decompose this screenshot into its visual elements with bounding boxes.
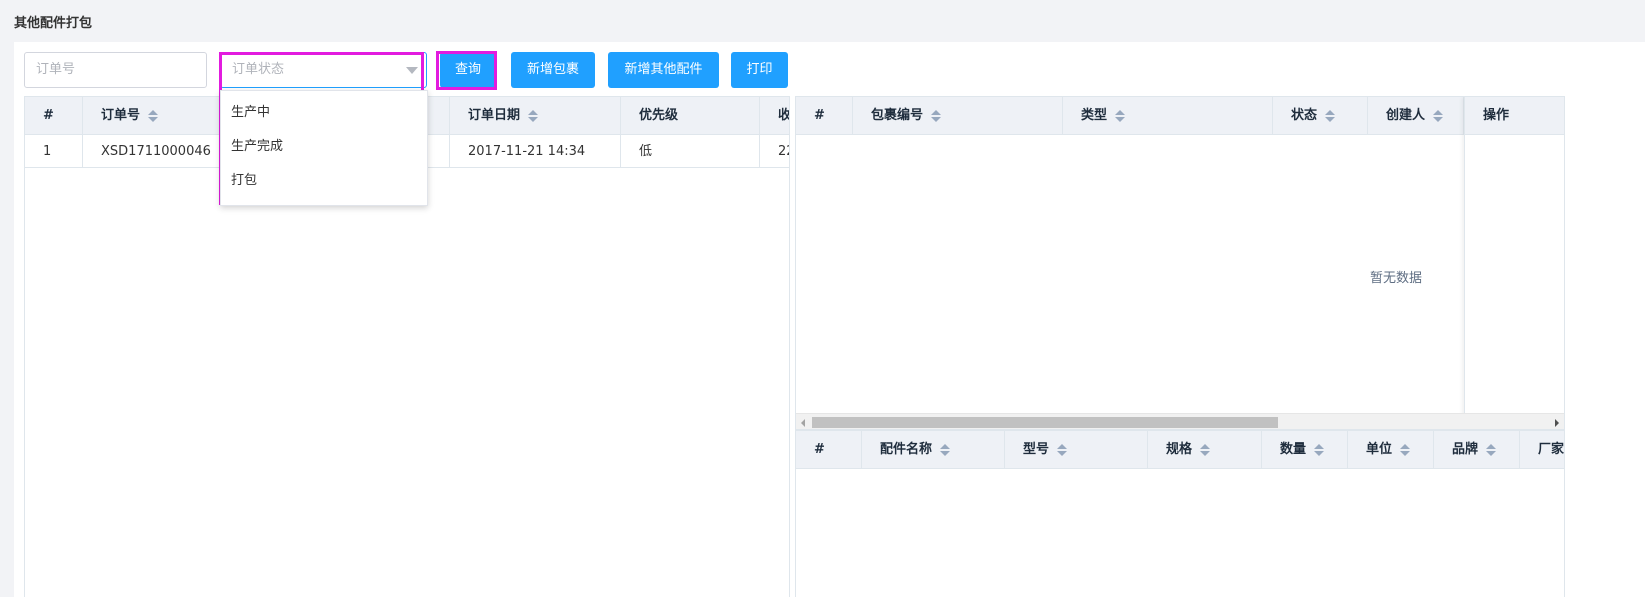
- packages-horizontal-scrollbar[interactable]: [796, 413, 1564, 429]
- order-status-dropdown: 生产中 生产完成 打包: [220, 90, 428, 206]
- dropdown-option-in-production[interactable]: 生产中: [221, 96, 427, 130]
- sort-icon[interactable]: [148, 109, 159, 122]
- packages-fixed-actions-column: 操作: [1464, 97, 1564, 429]
- orders-col-date[interactable]: 订单日期: [450, 97, 621, 135]
- packages-col-creator[interactable]: 创建人: [1368, 97, 1464, 135]
- order-date-cell: 2017-11-21 14:34: [450, 135, 621, 168]
- order-status-select[interactable]: 订单状态: [220, 52, 427, 88]
- accessories-col-spec[interactable]: 规格: [1148, 431, 1262, 469]
- orders-col-priority: 优先级: [621, 97, 760, 135]
- sort-icon[interactable]: [1400, 443, 1411, 456]
- packages-actions-header: 操作: [1465, 97, 1564, 135]
- page-title: 其他配件打包: [14, 16, 93, 31]
- order-priority-cell: 低: [621, 135, 760, 168]
- accessories-col-manufacturer: 厂家: [1520, 431, 1564, 469]
- scrollbar-thumb[interactable]: [812, 417, 1278, 428]
- orders-col-index: #: [25, 97, 83, 135]
- packages-col-index: #: [796, 97, 853, 135]
- accessories-table: # 配件名称 型号 规格 数量 单位 品牌 厂家: [795, 430, 1565, 597]
- add-package-button[interactable]: 新增包裹: [511, 52, 595, 88]
- sort-icon[interactable]: [1433, 109, 1444, 122]
- sort-icon[interactable]: [1200, 443, 1211, 456]
- packages-col-status[interactable]: 状态: [1273, 97, 1368, 135]
- dropdown-option-packed[interactable]: 打包: [221, 164, 427, 198]
- packages-table: # 包裹编号 类型 状态 创建人 暂无数据 操作: [795, 96, 1565, 430]
- scroll-left-arrow-icon[interactable]: [801, 419, 805, 427]
- packages-col-actions: 操作: [1483, 108, 1510, 123]
- sort-icon[interactable]: [1486, 443, 1497, 456]
- sort-icon[interactable]: [528, 109, 539, 122]
- sort-icon[interactable]: [931, 109, 942, 122]
- chevron-down-icon: [406, 67, 418, 74]
- accessories-table-header: # 配件名称 型号 规格 数量 单位 品牌 厂家: [796, 431, 1564, 469]
- sort-icon[interactable]: [1325, 109, 1336, 122]
- accessories-col-name[interactable]: 配件名称: [862, 431, 1005, 469]
- sort-icon[interactable]: [1314, 443, 1325, 456]
- packages-empty-text: 暂无数据: [1370, 271, 1423, 286]
- accessories-col-quantity[interactable]: 数量: [1262, 431, 1348, 469]
- accessories-col-brand[interactable]: 品牌: [1434, 431, 1520, 469]
- scroll-right-arrow-icon[interactable]: [1555, 419, 1559, 427]
- add-accessory-button[interactable]: 新增其他配件: [608, 52, 719, 88]
- order-status-placeholder: 订单状态: [232, 62, 285, 77]
- print-button[interactable]: 打印: [731, 52, 788, 88]
- dropdown-option-production-done[interactable]: 生产完成: [221, 130, 427, 164]
- sort-icon[interactable]: [1057, 443, 1068, 456]
- packages-table-header: # 包裹编号 类型 状态 创建人: [796, 97, 1564, 135]
- accessories-col-model[interactable]: 型号: [1005, 431, 1148, 469]
- order-no-input[interactable]: 订单号: [24, 52, 207, 88]
- order-recv-cell: 22: [760, 135, 789, 168]
- orders-col-recv: 收: [760, 97, 789, 135]
- accessories-col-index: #: [796, 431, 862, 469]
- query-button[interactable]: 查询: [440, 52, 496, 88]
- accessories-col-unit[interactable]: 单位: [1348, 431, 1434, 469]
- sort-icon[interactable]: [1115, 109, 1126, 122]
- sort-icon[interactable]: [940, 443, 951, 456]
- packages-col-package-no[interactable]: 包裹编号: [853, 97, 1063, 135]
- packages-col-type[interactable]: 类型: [1063, 97, 1273, 135]
- order-index-cell: 1: [25, 135, 83, 168]
